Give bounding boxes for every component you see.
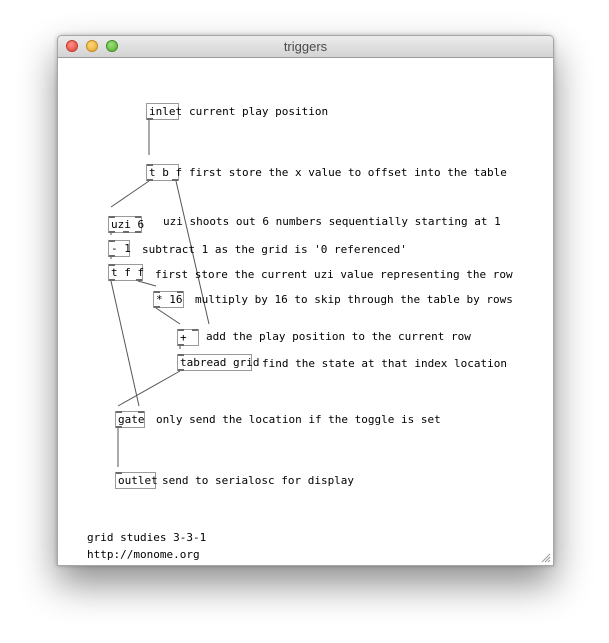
patch-canvas[interactable]: inlet current play position t b f first …	[58, 58, 553, 565]
comment-trigger-bf: first store the x value to offset into t…	[189, 166, 507, 179]
resize-grip-icon[interactable]	[541, 553, 551, 563]
comment-uzi: uzi shoots out 6 numbers sequentially st…	[163, 215, 501, 228]
multiply-object[interactable]: * 16	[153, 291, 184, 308]
comment-inlet: current play position	[189, 105, 329, 118]
patch-window: triggers inlet current play position t b…	[57, 35, 554, 566]
cord-trigger-bang-to-uzi	[110, 180, 150, 208]
title-bar[interactable]: triggers	[58, 36, 553, 58]
cord-mult-to-plus	[155, 307, 181, 325]
window-title: triggers	[283, 39, 328, 54]
inlet-object[interactable]: inlet	[146, 103, 182, 120]
outlet-object[interactable]: outlet	[115, 472, 158, 489]
trigger-bf-object[interactable]: t b f	[146, 164, 182, 181]
cord-trigger-left-to-gate-right	[110, 280, 140, 407]
trigger-ff-object[interactable]: t f f	[108, 264, 144, 281]
comment-tabread: find the state at that index location	[262, 357, 508, 370]
comment-mult: multiply by 16 to skip through the table…	[195, 293, 513, 306]
cord-trigger-right-to-mult	[137, 280, 157, 287]
comment-plus: add the play position to the current row	[206, 330, 471, 343]
comment-outlet: send to serialosc for display	[162, 474, 355, 487]
gate-object[interactable]: gate	[115, 411, 145, 428]
minus-object[interactable]: - 1	[108, 240, 131, 257]
tabread-object[interactable]: tabread grid	[177, 354, 259, 371]
footer-url: http://monome.org	[87, 548, 200, 561]
comment-trigger-ff: first store the current uzi value repres…	[155, 268, 513, 281]
uzi-object[interactable]: uzi 6	[108, 216, 144, 233]
cord-tabread-to-gate	[117, 370, 181, 407]
plus-object[interactable]: +	[177, 329, 199, 346]
footer-title: grid studies 3-3-1	[87, 531, 207, 544]
comment-gate: only send the location if the toggle is …	[156, 413, 441, 426]
comment-minus: subtract 1 as the grid is '0 referenced'	[142, 243, 407, 256]
